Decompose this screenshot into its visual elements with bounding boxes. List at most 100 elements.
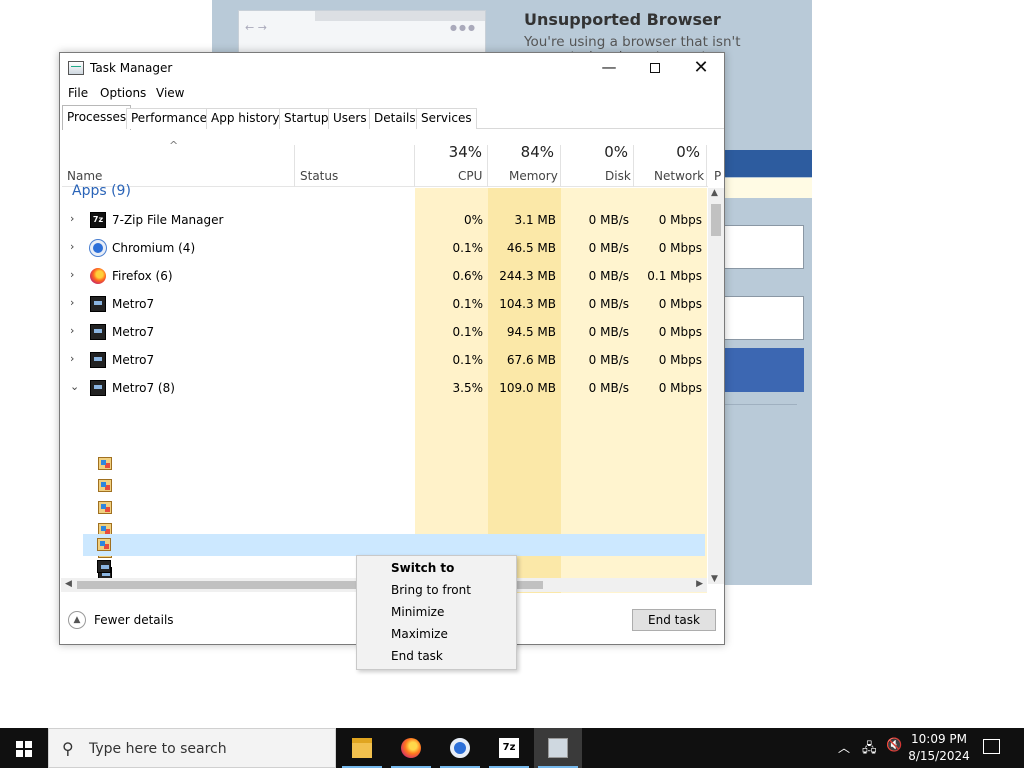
- taskbar-search[interactable]: ⚲ Type here to search: [48, 728, 336, 768]
- taskbar-task-manager[interactable]: [534, 728, 582, 768]
- volume-muted-icon[interactable]: 🔇: [886, 738, 902, 753]
- menu-switch-to[interactable]: Switch to: [391, 561, 454, 575]
- taskbar-file-explorer[interactable]: [338, 728, 386, 768]
- column-memory[interactable]: Memory: [509, 169, 558, 183]
- expand-chevron-icon[interactable]: ›: [70, 268, 74, 281]
- maximize-button[interactable]: [632, 53, 678, 84]
- page-input-field[interactable]: [712, 225, 804, 269]
- column-separator: [414, 145, 415, 187]
- memory-total[interactable]: 84%: [494, 143, 554, 161]
- menu-minimize[interactable]: Minimize: [391, 605, 444, 619]
- menu-bring-to-front[interactable]: Bring to front: [391, 583, 471, 597]
- expand-chevron-icon[interactable]: ›: [70, 324, 74, 337]
- process-name: Metro7: [112, 353, 155, 367]
- vertical-scroll-thumb[interactable]: [711, 204, 721, 236]
- tab-startup[interactable]: Startup: [279, 108, 334, 129]
- fewer-details-link[interactable]: Fewer details: [94, 613, 174, 627]
- table-row[interactable]: › Metro7 0.1% 104.3 MB 0 MB/s 0 Mbps: [62, 290, 708, 318]
- tab-strip: Processes Performance App history Startu…: [62, 105, 724, 130]
- task-manager-icon: [548, 738, 568, 758]
- column-separator: [706, 145, 707, 187]
- close-button[interactable]: ✕: [678, 53, 724, 84]
- tab-details[interactable]: Details: [369, 108, 421, 129]
- column-power[interactable]: P: [714, 169, 721, 183]
- firefox-icon: [401, 738, 421, 758]
- process-name: Metro7: [112, 297, 155, 311]
- show-hidden-icons-icon[interactable]: ︿: [838, 739, 850, 756]
- menu-end-task[interactable]: End task: [391, 649, 443, 663]
- task-manager-icon: [68, 61, 84, 75]
- process-name: Firefox (6): [112, 269, 173, 283]
- tab-processes[interactable]: Processes: [62, 105, 132, 130]
- disk-value: 0 MB/s: [588, 325, 629, 339]
- scroll-left-icon[interactable]: ◀: [65, 579, 72, 589]
- disk-value: 0 MB/s: [588, 381, 629, 395]
- scroll-right-icon[interactable]: ▶: [696, 579, 703, 589]
- taskbar-7zip[interactable]: 7z: [485, 728, 533, 768]
- notification-center-icon[interactable]: [983, 739, 1000, 754]
- vertical-scrollbar[interactable]: ▲ ▼: [708, 188, 724, 584]
- table-row[interactable]: › Chromium (4) 0.1% 46.5 MB 0 MB/s 0 Mbp…: [62, 234, 708, 262]
- list-item[interactable]: [84, 497, 708, 519]
- chevron-up-icon[interactable]: ▲: [68, 611, 86, 629]
- table-row[interactable]: ⌄ Metro7 (8) 3.5% 109.0 MB 0 MB/s 0 Mbps: [62, 374, 708, 402]
- memory-value: 244.3 MB: [499, 269, 556, 283]
- disk-value: 0 MB/s: [588, 241, 629, 255]
- list-item[interactable]: [84, 475, 708, 497]
- firefox-icon: [90, 268, 106, 284]
- table-row[interactable]: › 7z 7-Zip File Manager 0% 3.1 MB 0 MB/s…: [62, 206, 708, 234]
- clock-time[interactable]: 10:09 PM: [908, 732, 970, 746]
- cpu-total[interactable]: 34%: [422, 143, 482, 161]
- memory-value: 94.5 MB: [506, 325, 556, 339]
- disk-total[interactable]: 0%: [568, 143, 628, 161]
- window-icon: [98, 501, 112, 514]
- search-icon: ⚲: [62, 739, 74, 758]
- tab-services[interactable]: Services: [416, 108, 477, 129]
- metro7-icon: [90, 296, 106, 312]
- network-value: 0 Mbps: [658, 297, 702, 311]
- menu-view[interactable]: View: [156, 86, 184, 100]
- network-icon[interactable]: 🖧: [862, 739, 877, 761]
- selected-list-item[interactable]: [83, 534, 705, 556]
- window-icon: [98, 457, 112, 470]
- table-row[interactable]: › Firefox (6) 0.6% 244.3 MB 0 MB/s 0.1 M…: [62, 262, 708, 290]
- list-item[interactable]: [84, 453, 708, 475]
- scroll-up-icon[interactable]: ▲: [711, 188, 718, 198]
- column-cpu[interactable]: CPU: [458, 169, 482, 183]
- expand-chevron-icon[interactable]: ›: [70, 240, 74, 253]
- scroll-down-icon[interactable]: ▼: [711, 574, 718, 584]
- menu-maximize[interactable]: Maximize: [391, 627, 448, 641]
- expand-chevron-icon[interactable]: ›: [70, 212, 74, 225]
- end-task-button[interactable]: End task: [632, 609, 716, 631]
- page-input-field[interactable]: [712, 296, 804, 340]
- minimize-button[interactable]: —: [586, 53, 632, 84]
- tab-performance[interactable]: Performance: [126, 108, 213, 129]
- title-bar[interactable]: Task Manager — ✕: [60, 53, 724, 85]
- start-button[interactable]: [0, 728, 48, 768]
- network-value: 0 Mbps: [658, 381, 702, 395]
- table-row[interactable]: › Metro7 0.1% 94.5 MB 0 MB/s 0 Mbps: [62, 318, 708, 346]
- column-status[interactable]: Status: [300, 169, 338, 183]
- expand-chevron-icon[interactable]: ›: [70, 352, 74, 365]
- taskbar-firefox[interactable]: [387, 728, 435, 768]
- tab-app-history[interactable]: App history: [206, 108, 285, 129]
- column-separator: [633, 145, 634, 187]
- menu-file[interactable]: File: [68, 86, 88, 100]
- memory-value: 3.1 MB: [514, 213, 556, 227]
- context-menu: Switch to Bring to front Minimize Maximi…: [356, 555, 517, 670]
- expand-chevron-icon[interactable]: ›: [70, 296, 74, 309]
- column-header: ^ Name Status 34% CPU 84% Memory 0% Disk…: [62, 133, 721, 187]
- menu-options[interactable]: Options: [100, 86, 146, 100]
- column-disk[interactable]: Disk: [605, 169, 631, 183]
- taskbar: ⚲ Type here to search 7z ︿ 🖧 🔇 10:09 PM …: [0, 728, 1024, 768]
- column-name[interactable]: Name: [67, 169, 102, 183]
- clock-date[interactable]: 8/15/2024: [908, 749, 970, 763]
- tab-users[interactable]: Users: [328, 108, 372, 129]
- table-row[interactable]: › Metro7 0.1% 67.6 MB 0 MB/s 0 Mbps: [62, 346, 708, 374]
- column-network[interactable]: Network: [654, 169, 704, 183]
- collapse-chevron-icon[interactable]: ⌄: [70, 380, 79, 393]
- page-submit-button[interactable]: [712, 348, 804, 392]
- network-total[interactable]: 0%: [640, 143, 700, 161]
- taskbar-chromium[interactable]: [436, 728, 484, 768]
- sort-up-icon: ^: [169, 139, 179, 152]
